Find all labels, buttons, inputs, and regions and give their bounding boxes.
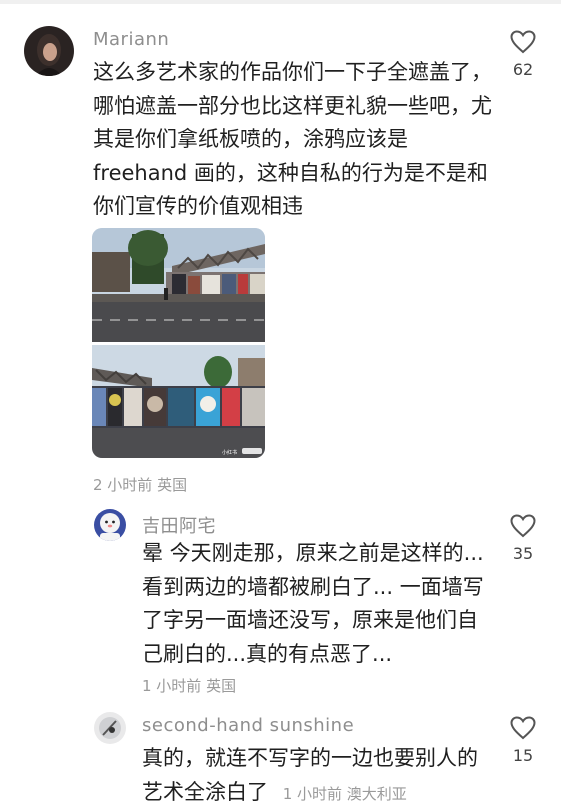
top-divider — [0, 0, 561, 4]
avatar[interactable] — [94, 509, 126, 541]
text-line: 这么多艺术家的作品你们一下子全遮盖了， — [93, 56, 493, 90]
heart-outline-icon — [510, 514, 536, 538]
like-button[interactable]: 62 — [503, 30, 543, 79]
text-line: 晕 今天刚走那，原来之前是这样的... — [142, 537, 492, 571]
comment-text: 这么多艺术家的作品你们一下子全遮盖了， 哪怕遮盖一部分也比这样更礼貌一些吧，尤 … — [93, 56, 493, 224]
like-count: 62 — [503, 60, 543, 79]
username[interactable]: Mariann — [93, 29, 169, 50]
text-line: 你们宣传的价值观相违 — [93, 190, 493, 224]
avatar-image — [94, 509, 126, 541]
heart-outline-icon — [510, 30, 536, 54]
avatar-image — [94, 712, 126, 744]
text-line: 了字另一面墙还没写，原来是他们自 — [142, 604, 492, 638]
avatar[interactable] — [94, 712, 126, 744]
comment-meta: 1 小时前 英国 — [142, 675, 236, 696]
username[interactable]: second-hand sunshine — [142, 715, 354, 736]
mural-photo: 小红书 — [92, 228, 265, 458]
text-line: 己刷白的...真的有点恶了... — [142, 638, 492, 672]
heart-outline-icon — [510, 716, 536, 740]
comment-text: 晕 今天刚走那，原来之前是这样的... 看到两边的墙都被刷白了... 一面墙写 … — [142, 537, 492, 671]
image-watermark: 小红书 — [222, 449, 237, 456]
text-line: 哪怕遮盖一部分也比这样更礼貌一些吧，尤 — [93, 90, 493, 124]
text-line: freehand 画的，这种自私的行为是不是和 — [93, 157, 493, 191]
like-count: 15 — [503, 746, 543, 765]
comment-meta: 2 小时前 英国 — [93, 474, 187, 495]
username[interactable]: 吉田阿宅 — [142, 512, 216, 538]
avatar-image — [24, 26, 74, 76]
text-line: 其是你们拿纸板喷的，涂鸦应该是 — [93, 123, 493, 157]
comment-text: 真的，就连不写字的一边也要别人的 艺术全涂白了 1 小时前 澳大利亚 — [142, 742, 492, 811]
text-line: 真的，就连不写字的一边也要别人的 — [142, 742, 492, 776]
text-line: 艺术全涂白了 1 小时前 澳大利亚 — [142, 776, 492, 811]
avatar[interactable] — [24, 26, 74, 76]
like-button[interactable]: 15 — [503, 716, 543, 765]
like-count: 35 — [503, 544, 543, 563]
text-line: 看到两边的墙都被刷白了... 一面墙写 — [142, 571, 492, 605]
comment-image[interactable]: 小红书 — [92, 228, 265, 458]
like-button[interactable]: 35 — [503, 514, 543, 563]
